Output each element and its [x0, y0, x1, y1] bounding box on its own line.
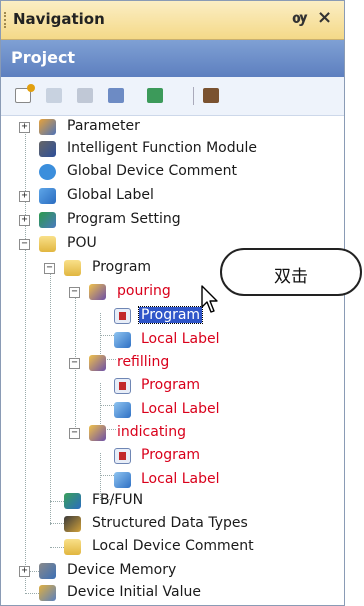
program-block-icon [89, 284, 106, 300]
collapse-icon[interactable]: − [44, 263, 55, 274]
ladder-program-icon [114, 448, 131, 464]
parameter-icon [39, 119, 56, 135]
expand-icon[interactable]: + [19, 215, 30, 226]
copy-icon[interactable] [46, 88, 62, 103]
collapse-icon[interactable]: − [19, 239, 30, 250]
fb-fun-icon [64, 493, 81, 509]
pin-icon[interactable]: ѹ [292, 9, 308, 27]
project-tree: + Parameter Intelligent Function Module … [1, 115, 344, 605]
collapse-icon[interactable]: − [69, 358, 80, 369]
panel-title: Navigation [13, 10, 105, 28]
local-label-icon [114, 402, 131, 418]
ladder-program-icon [114, 378, 131, 394]
project-label: Project [11, 48, 76, 67]
drag-grip[interactable] [4, 12, 9, 28]
comment-icon [64, 539, 81, 555]
double-click-callout: 双击 [220, 248, 362, 296]
paste-icon[interactable] [77, 88, 93, 103]
toolbar [1, 77, 344, 116]
program-block-icon [89, 355, 106, 371]
selected-item: Program [137, 306, 204, 324]
navigation-panel: Navigation ѹ × Project + Parameter Intel… [0, 0, 345, 606]
toolbar-separator [193, 87, 194, 105]
collapse-icon[interactable]: − [69, 428, 80, 439]
local-label-icon [114, 472, 131, 488]
program-block-icon [89, 425, 106, 441]
collapse-icon[interactable]: − [69, 287, 80, 298]
module-icon [39, 141, 56, 157]
refresh-icon[interactable] [147, 88, 163, 103]
expand-icon[interactable]: + [19, 122, 30, 133]
program-setting-icon [39, 212, 56, 228]
global-label-icon [39, 188, 56, 204]
ladder-program-icon [114, 308, 131, 324]
close-icon[interactable]: × [317, 7, 332, 28]
expand-icon[interactable]: + [19, 566, 30, 577]
find-icon[interactable] [203, 88, 219, 103]
device-memory-icon [39, 563, 56, 579]
comment-icon [39, 164, 56, 180]
device-initial-icon [39, 585, 56, 601]
folder-icon [39, 236, 56, 252]
mouse-cursor-icon [201, 285, 218, 313]
callout-text: 双击 [274, 267, 308, 287]
structure-icon [64, 516, 81, 532]
properties-icon[interactable] [108, 88, 124, 103]
expand-icon[interactable]: + [19, 191, 30, 202]
project-header[interactable]: Project [1, 40, 344, 77]
title-bar[interactable]: Navigation ѹ × [1, 1, 344, 40]
folder-icon [64, 260, 81, 276]
local-label-icon [114, 332, 131, 348]
new-item-icon[interactable] [15, 84, 35, 103]
